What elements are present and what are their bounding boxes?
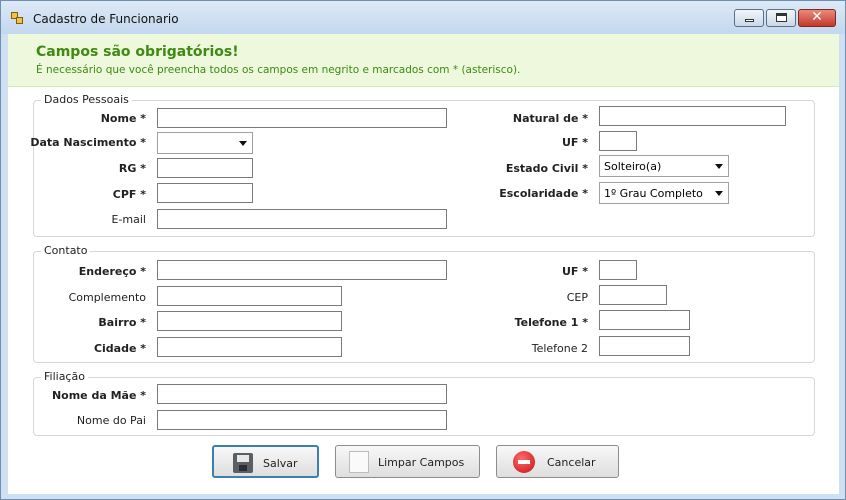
mae-field[interactable]: [157, 384, 447, 404]
bairro-field[interactable]: [157, 311, 342, 331]
complemento-label: Complemento: [68, 291, 146, 304]
natural-label: Natural de *: [512, 112, 588, 125]
maximize-icon: [776, 13, 787, 22]
blank-document-icon: [349, 451, 369, 473]
estado-civil-value: Solteiro(a): [604, 160, 662, 173]
endereco-label: Endereço *: [78, 265, 146, 278]
contato-uf-field[interactable]: [599, 260, 637, 280]
email-field[interactable]: [157, 209, 447, 229]
save-button[interactable]: Salvar: [212, 445, 319, 478]
window-title: Cadastro de Funcionario: [33, 12, 179, 26]
rg-field[interactable]: [157, 158, 253, 178]
chevron-down-icon: [239, 141, 247, 146]
escolaridade-label: Escolaridade *: [499, 187, 588, 200]
rg-label: RG *: [118, 162, 146, 175]
nome-label: Nome *: [100, 112, 146, 125]
cidade-label: Cidade *: [93, 342, 146, 355]
uf-label: UF *: [561, 136, 588, 149]
cancel-button-label: Cancelar: [547, 456, 596, 469]
chevron-down-icon: [715, 191, 723, 196]
estado-civil-select[interactable]: Solteiro(a): [599, 155, 729, 177]
form-client-area: Campos são obrigatórios! É necessário qu…: [8, 34, 839, 494]
telefone1-field[interactable]: [599, 310, 690, 330]
cpf-label: CPF *: [112, 188, 146, 201]
natural-field[interactable]: [599, 106, 786, 126]
minimize-button[interactable]: [734, 9, 764, 27]
estado-civil-label: Estado Civil *: [505, 162, 588, 175]
clear-fields-button[interactable]: Limpar Campos: [335, 445, 480, 478]
data-nascimento-label: Data Nascimento *: [30, 136, 146, 149]
uf-field[interactable]: [599, 131, 637, 151]
cancel-button[interactable]: Cancelar: [496, 445, 619, 478]
red-minus-circle-icon: [513, 451, 535, 473]
mae-label: Nome da Mãe *: [51, 389, 146, 402]
title-bar[interactable]: Cadastro de Funcionario ✕: [1, 1, 845, 34]
nome-field[interactable]: [157, 108, 447, 128]
close-button[interactable]: ✕: [798, 9, 836, 27]
app-icon: [11, 12, 23, 24]
group-legend-contato: Contato: [41, 244, 91, 257]
telefone2-label: Telefone 2: [531, 342, 588, 355]
cep-label: CEP: [566, 291, 588, 304]
maximize-button[interactable]: [766, 9, 796, 27]
chevron-down-icon: [715, 164, 723, 169]
pai-label: Nome do Pai: [76, 414, 146, 427]
escolaridade-select[interactable]: 1º Grau Completo: [599, 182, 729, 204]
escolaridade-value: 1º Grau Completo: [604, 187, 703, 200]
cpf-field[interactable]: [157, 183, 253, 203]
app-window: Cadastro de Funcionario ✕ Campos são obr…: [0, 0, 846, 500]
save-button-label: Salvar: [263, 457, 298, 470]
floppy-disk-icon: [233, 453, 253, 473]
telefone1-label: Telefone 1 *: [514, 316, 588, 329]
minimize-icon: [745, 19, 754, 22]
pai-field[interactable]: [157, 410, 447, 430]
email-label: E-mail: [111, 213, 147, 226]
group-legend-dados-pessoais: Dados Pessoais: [41, 93, 132, 106]
clear-fields-button-label: Limpar Campos: [378, 456, 465, 469]
data-nascimento-picker[interactable]: [157, 132, 253, 154]
close-icon: ✕: [811, 9, 823, 25]
cep-field[interactable]: [599, 285, 667, 305]
cidade-field[interactable]: [157, 337, 342, 357]
group-legend-filiacao: Filiação: [41, 370, 88, 383]
notice-title: Campos são obrigatórios!: [36, 44, 239, 60]
required-notice: Campos são obrigatórios! É necessário qu…: [8, 34, 839, 87]
telefone2-field[interactable]: [599, 336, 690, 356]
complemento-field[interactable]: [157, 286, 342, 306]
contato-uf-label: UF *: [561, 265, 588, 278]
endereco-field[interactable]: [157, 260, 447, 280]
notice-text: É necessário que você preencha todos os …: [36, 64, 521, 76]
bairro-label: Bairro *: [98, 316, 146, 329]
